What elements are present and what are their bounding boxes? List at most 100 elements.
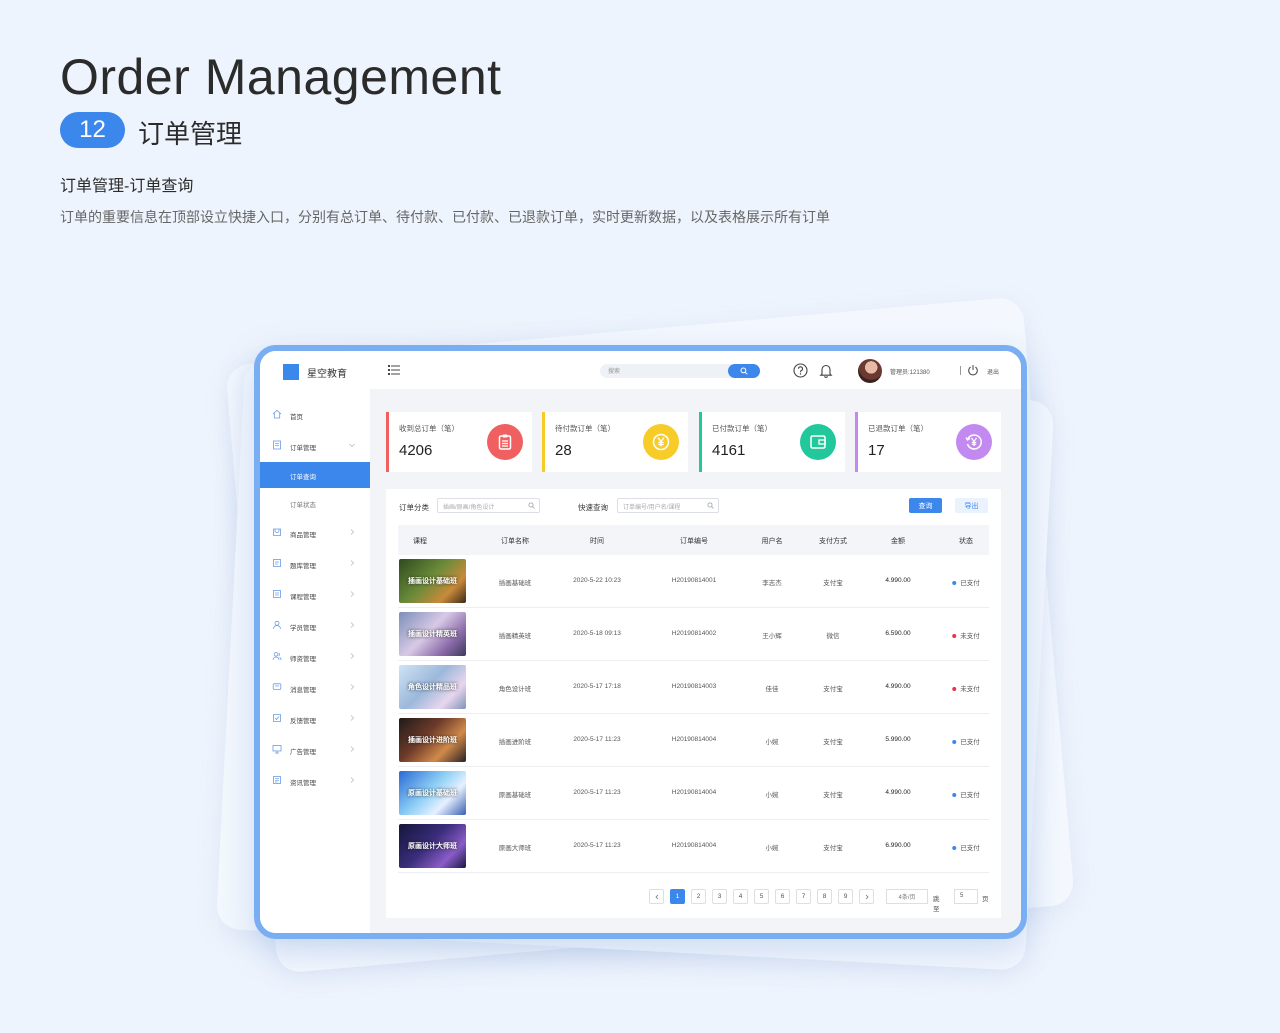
logo-icon (283, 364, 299, 380)
stat-card-pending-orders[interactable]: 待付款订单（笔） 28 (542, 412, 688, 472)
notification-bell-icon[interactable] (819, 363, 833, 378)
cell-name: 原画基础班 (498, 792, 532, 799)
status-dot (952, 634, 957, 639)
chevron-down-icon (349, 443, 355, 448)
cell-time: 2020-5-17 11:23 (573, 842, 621, 849)
cell-status: 已支付 (952, 842, 980, 852)
page-size-select[interactable]: 4条/页 (886, 889, 928, 904)
cell-status: 已支付 (952, 789, 980, 799)
sidebar-item-ad[interactable]: 广告管理 (260, 736, 370, 762)
sidebar-item-student[interactable]: 学员管理 (260, 612, 370, 638)
stat-label: 待付款订单（笔） (555, 424, 615, 433)
page-button[interactable]: 8 (817, 889, 832, 904)
table-row[interactable]: 角色设计精品班 角色设计班 2020-5-17 17:18 H20190814003 佳… (398, 661, 989, 714)
page-button[interactable]: 9 (838, 889, 853, 904)
sidebar-subitem-label: 订单状态 (290, 502, 316, 509)
app-topbar: 星空教育 搜索 管理员:121380 退出 (260, 351, 1021, 389)
query-button[interactable]: 查询 (909, 498, 942, 513)
logout-link[interactable]: 退出 (987, 367, 999, 376)
sidebar-item-label: 课程管理 (290, 594, 316, 601)
table-row[interactable]: 原画设计大师班 原画大师班 2020-5-17 11:23 H20190814004 小… (398, 820, 989, 873)
sidebar-subitem-order-query[interactable]: 订单查询 (260, 462, 370, 488)
category-filter-placeholder: 插画/原画/角色设计 (443, 505, 495, 511)
sidebar-item-course[interactable]: 课程管理 (260, 581, 370, 607)
cell-order-no: H20190814003 (671, 683, 717, 690)
sidebar-item-label: 资讯管理 (290, 780, 316, 787)
course-thumbnail-title: 插画设计精英班 (408, 631, 457, 638)
feedback-icon (273, 714, 281, 722)
power-icon[interactable] (967, 364, 979, 376)
jump-page-input[interactable]: 5 (954, 889, 978, 904)
section-description: 订单的重要信息在顶部设立快捷入口，分别有总订单、待付款、已付款、已退款订单，实时… (60, 209, 830, 225)
main-content: 收到总订单（笔） 4206 待付款订单（笔） 28 已付款订单（笔） 4161 … (370, 389, 1021, 933)
status-text: 未支付 (960, 686, 980, 693)
page-button[interactable]: 2 (691, 889, 706, 904)
column-header: 支付方式 (819, 538, 847, 545)
course-thumbnail[interactable]: 插画设计基础班 (399, 559, 466, 603)
cell-pay: 支付宝 (823, 792, 843, 799)
sidebar-item-feedback[interactable]: 反馈管理 (260, 705, 370, 731)
page-button[interactable]: 7 (796, 889, 811, 904)
sidebar-item-label: 广告管理 (290, 749, 316, 756)
cell-amount: 6.590.00 (885, 630, 911, 637)
course-thumbnail-title: 原画设计基础班 (408, 790, 457, 797)
column-header: 状态 (959, 538, 973, 545)
stat-card-refunded-orders[interactable]: 已退款订单（笔） 17 (855, 412, 1001, 472)
chevron-left-icon (654, 894, 658, 899)
export-button[interactable]: 导出 (955, 498, 988, 513)
search-input[interactable]: 搜索 (600, 364, 760, 378)
stat-card-total-orders[interactable]: 收到总订单（笔） 4206 (386, 412, 532, 472)
stat-card-paid-orders[interactable]: 已付款订单（笔） 4161 (699, 412, 845, 472)
category-filter-input[interactable]: 插画/原画/角色设计 (437, 498, 540, 513)
table-row[interactable]: 插画设计基础班 插画基础班 2020-5-22 10:23 H20190814001 李… (398, 555, 989, 608)
page-button[interactable]: 4 (733, 889, 748, 904)
column-header: 金额 (891, 538, 905, 545)
column-header: 时间 (590, 538, 604, 545)
course-thumbnail[interactable]: 角色设计精品班 (399, 665, 466, 709)
sidebar-item-message[interactable]: 消息管理 (260, 674, 370, 700)
help-icon[interactable] (793, 363, 808, 378)
sidebar-item-teacher[interactable]: 师资管理 (260, 643, 370, 669)
status-dot (952, 793, 957, 798)
cell-name: 插画基础班 (498, 580, 532, 587)
page-button[interactable]: 5 (754, 889, 769, 904)
cell-amount: 6.990.00 (885, 842, 911, 849)
status-text: 已支付 (960, 739, 980, 746)
sidebar-item-goods[interactable]: 商品管理 (260, 519, 370, 545)
quick-search-input[interactable]: 订单编号/用户名/课程 (617, 498, 719, 513)
cell-user: 小婉 (765, 792, 779, 799)
cell-user: 李志杰 (762, 580, 782, 587)
page-button[interactable]: 6 (775, 889, 790, 904)
cell-user: 小婉 (765, 739, 779, 746)
section-number-badge: 12 (60, 112, 125, 148)
course-thumbnail-title: 角色设计精品班 (408, 684, 457, 691)
next-page-button[interactable] (859, 889, 874, 904)
course-thumbnail[interactable]: 插画设计进阶班 (399, 718, 466, 762)
sidebar-item-news[interactable]: 资讯管理 (260, 767, 370, 793)
sidebar-item-question-bank[interactable]: 题库管理 (260, 550, 370, 576)
cell-time: 2020-5-17 17:18 (573, 683, 621, 690)
sidebar: 首页 订单管理 订单查询 订单状态 商品管理 题库管理 课程管理 学员管理 师资… (260, 389, 370, 933)
course-thumbnail[interactable]: 原画设计基础班 (399, 771, 466, 815)
table-row[interactable]: 插画设计精英班 插画精英班 2020-5-18 09:13 H20190814002 王… (398, 608, 989, 661)
search-button[interactable] (728, 364, 760, 378)
table-row[interactable]: 原画设计基础班 原画基础班 2020-5-17 11:23 H20190814004 小… (398, 767, 989, 820)
course-thumbnail[interactable]: 原画设计大师班 (399, 824, 466, 868)
course-thumbnail[interactable]: 插画设计精英班 (399, 612, 466, 656)
table-row[interactable]: 插画设计进阶班 插画进阶班 2020-5-17 11:23 H20190814004 小… (398, 714, 989, 767)
avatar[interactable] (858, 359, 882, 383)
prev-page-button[interactable] (649, 889, 664, 904)
chevron-right-icon (350, 653, 355, 659)
menu-toggle-icon[interactable] (388, 364, 400, 376)
course-thumbnail-title: 原画设计大师班 (408, 843, 457, 850)
cell-pay: 支付宝 (823, 686, 843, 693)
sidebar-subitem-order-status[interactable]: 订单状态 (260, 490, 370, 516)
page-button[interactable]: 1 (670, 889, 685, 904)
yen-refund-icon (956, 424, 992, 460)
cell-order-no: H20190814004 (671, 789, 717, 796)
status-text: 已支付 (960, 845, 980, 852)
page-button[interactable]: 3 (712, 889, 727, 904)
chevron-right-icon (350, 560, 355, 566)
sidebar-item-home[interactable]: 首页 (260, 401, 370, 427)
sidebar-item-orders[interactable]: 订单管理 (260, 432, 370, 458)
